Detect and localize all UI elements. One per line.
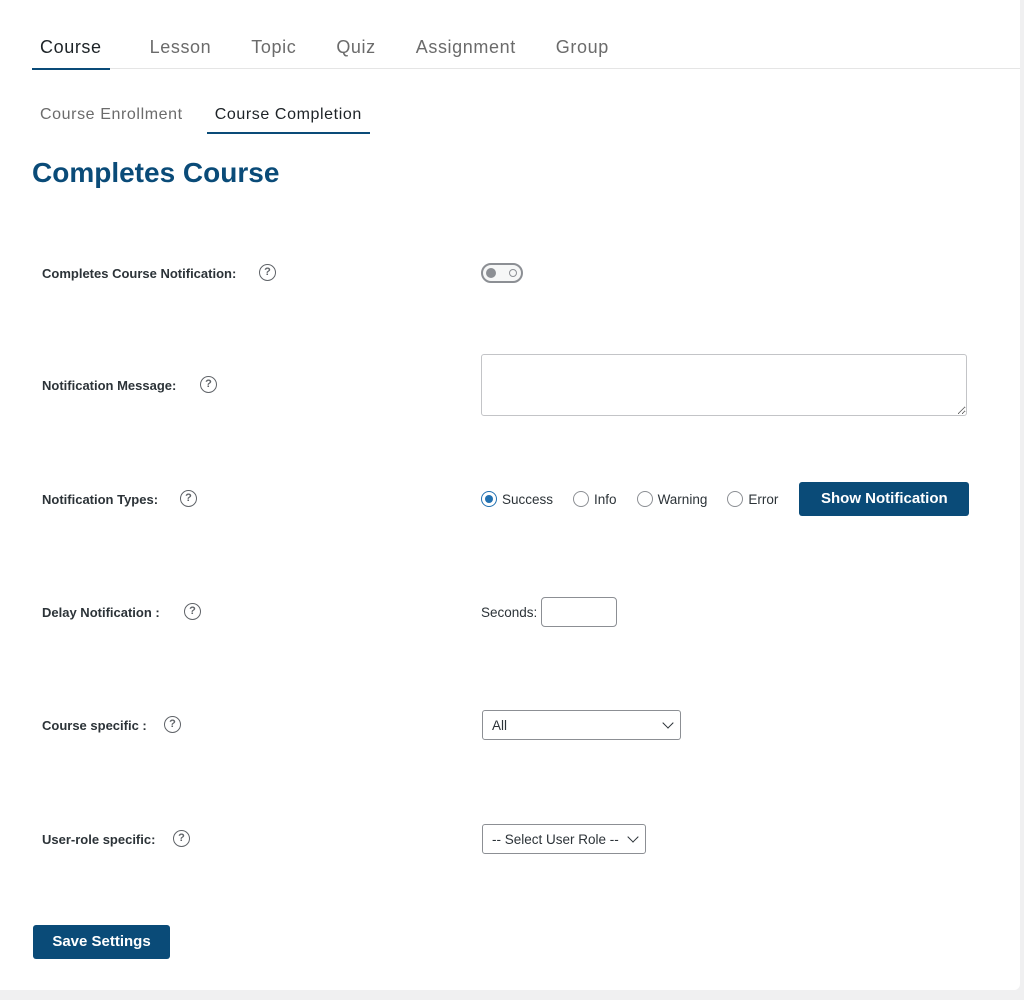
- sub-tabs: Course Enrollment Course Completion: [32, 96, 386, 134]
- tab-quiz[interactable]: Quiz: [336, 30, 375, 68]
- seconds-wrap: Seconds:: [481, 597, 618, 627]
- message-row: Notification Message: ?: [42, 354, 982, 418]
- delay-row: Delay Notification : ? Seconds:: [42, 597, 982, 627]
- notification-label: Completes Course Notification:: [42, 266, 237, 281]
- types-row: Notification Types: ? Success Info Warni…: [42, 482, 982, 516]
- settings-panel: Course Lesson Topic Quiz Assignment Grou…: [0, 0, 1020, 990]
- types-help-icon[interactable]: ?: [180, 490, 197, 507]
- seconds-label: Seconds:: [481, 604, 538, 620]
- message-help-icon[interactable]: ?: [200, 376, 217, 393]
- radio-info-input[interactable]: [573, 491, 590, 507]
- radio-warning[interactable]: Warning: [636, 491, 708, 507]
- radio-error-label: Error: [748, 491, 779, 507]
- tab-course[interactable]: Course: [32, 30, 110, 70]
- radio-success-label: Success: [502, 491, 554, 507]
- radio-success[interactable]: Success: [481, 491, 553, 507]
- radio-info-label: Info: [594, 491, 617, 507]
- tab-group[interactable]: Group: [556, 30, 609, 68]
- course-specific-help-icon[interactable]: ?: [164, 716, 181, 733]
- toggle-off-indicator: [509, 269, 517, 277]
- notification-message-textarea[interactable]: [481, 354, 967, 416]
- radio-warning-input[interactable]: [636, 491, 653, 507]
- course-specific-value: All: [492, 717, 508, 733]
- course-specific-row: Course specific : ? All: [42, 710, 982, 740]
- user-role-label: User-role specific:: [42, 832, 156, 847]
- types-label: Notification Types:: [42, 492, 159, 507]
- show-notification-button[interactable]: Show Notification: [799, 482, 970, 516]
- page-title: Completes Course: [32, 157, 280, 188]
- user-role-row: User-role specific: ? -- Select User Rol…: [42, 824, 982, 854]
- toggle-knob: [486, 268, 496, 278]
- save-settings-button[interactable]: Save Settings: [33, 925, 170, 959]
- chevron-down-icon: [627, 831, 639, 843]
- radio-info[interactable]: Info: [573, 491, 617, 507]
- tab-assignment[interactable]: Assignment: [416, 30, 516, 68]
- radio-success-input[interactable]: [481, 491, 497, 507]
- subtab-course-enrollment[interactable]: Course Enrollment: [32, 96, 191, 132]
- message-label: Notification Message:: [42, 378, 177, 393]
- tab-topic[interactable]: Topic: [251, 30, 296, 68]
- chevron-down-icon: [662, 717, 674, 729]
- notification-row: Completes Course Notification: ?: [42, 263, 982, 283]
- radio-error[interactable]: Error: [727, 491, 778, 507]
- notification-help-icon[interactable]: ?: [259, 264, 276, 281]
- delay-seconds-input[interactable]: [541, 597, 618, 627]
- user-role-select[interactable]: -- Select User Role --: [482, 824, 646, 854]
- delay-help-icon[interactable]: ?: [184, 603, 201, 620]
- notification-types-radios: Success Info Warning Error Show Notifica…: [481, 482, 970, 516]
- user-role-help-icon[interactable]: ?: [173, 830, 190, 847]
- main-tabs: Course Lesson Topic Quiz Assignment Grou…: [32, 30, 1020, 70]
- course-specific-label: Course specific :: [42, 718, 147, 733]
- course-specific-select[interactable]: All: [482, 710, 681, 740]
- radio-error-input[interactable]: [727, 491, 744, 507]
- notification-toggle[interactable]: [481, 263, 523, 283]
- user-role-value: -- Select User Role --: [492, 831, 619, 847]
- tab-lesson[interactable]: Lesson: [150, 30, 212, 68]
- subtab-course-completion[interactable]: Course Completion: [206, 96, 370, 134]
- radio-warning-label: Warning: [657, 491, 708, 507]
- delay-label: Delay Notification :: [42, 605, 160, 620]
